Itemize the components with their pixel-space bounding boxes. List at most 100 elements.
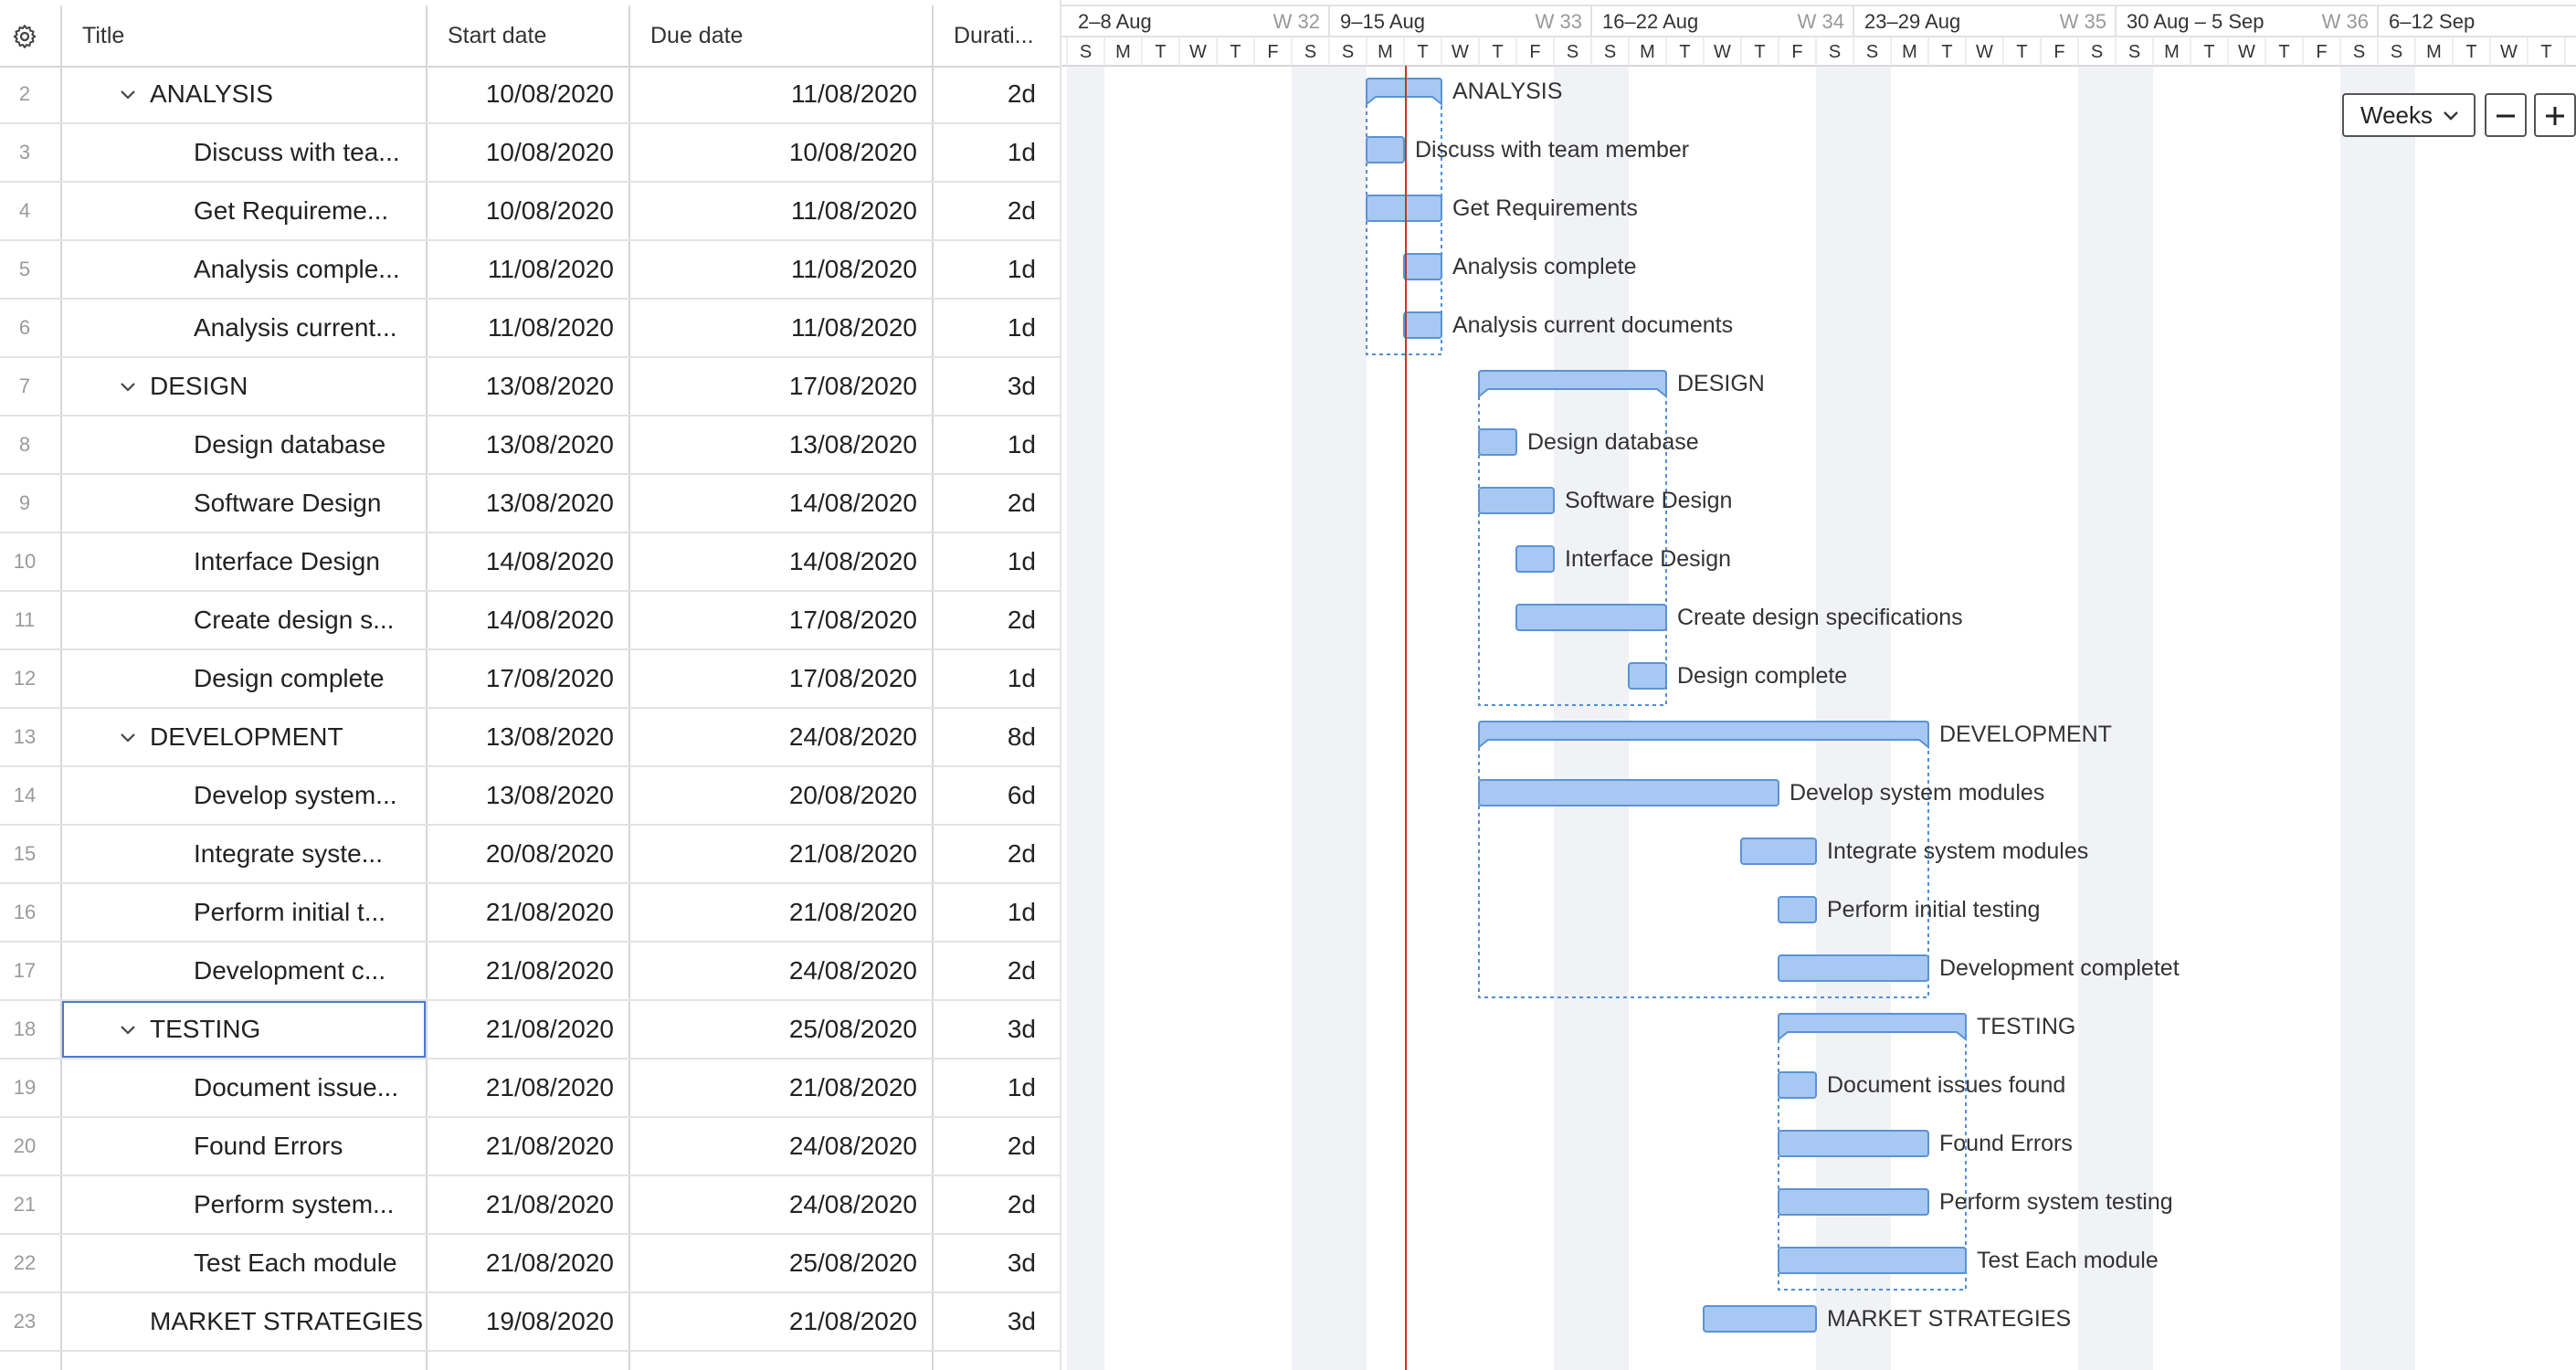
due-date-cell[interactable]: 20/08/2020: [630, 767, 930, 824]
duration-cell[interactable]: 1d: [934, 650, 1043, 707]
task-row[interactable]: 10 Interface Design 14/08/2020 14/08/2020 1d: [0, 533, 1060, 592]
duration-cell[interactable]: 1d: [934, 124, 1043, 181]
row-title-cell[interactable]: DESIGN: [62, 358, 426, 415]
row-title-cell[interactable]: Found Errors: [62, 1118, 426, 1175]
grid-settings-button[interactable]: [0, 5, 53, 66]
start-date-cell[interactable]: 10/08/2020: [428, 66, 627, 122]
group-row[interactable]: 2 ANALYSIS 10/08/2020 11/08/2020 2d: [0, 66, 1060, 124]
summary-bar[interactable]: [1366, 78, 1442, 107]
duration-cell[interactable]: 2d: [934, 943, 1043, 999]
task-row[interactable]: 14 Develop system... 13/08/2020 20/08/2020 6…: [0, 767, 1060, 826]
row-title-cell[interactable]: Development c...: [62, 943, 426, 999]
start-date-cell[interactable]: 21/08/2020: [428, 1118, 627, 1175]
task-row[interactable]: 3 Discuss with tea... 10/08/2020 10/08/2020…: [0, 124, 1060, 183]
task-bar[interactable]: [1403, 253, 1442, 280]
start-date-cell[interactable]: 21/08/2020: [428, 1001, 627, 1058]
row-title-cell[interactable]: Create design s...: [62, 592, 426, 648]
start-date-cell[interactable]: 21/08/2020: [428, 1176, 627, 1233]
due-date-cell[interactable]: 13/08/2020: [630, 416, 930, 473]
row-title-cell[interactable]: Interface Design: [62, 533, 426, 590]
task-bar[interactable]: [1778, 1130, 1929, 1157]
task-bar[interactable]: [1740, 838, 1817, 865]
chevron-down-icon[interactable]: [119, 358, 141, 415]
zoom-in-button[interactable]: [2534, 93, 2576, 137]
task-row[interactable]: 20 Found Errors 21/08/2020 24/08/2020 2d: [0, 1118, 1060, 1176]
duration-cell[interactable]: 1d: [934, 241, 1043, 298]
task-bar[interactable]: [1403, 311, 1442, 339]
row-title-cell[interactable]: Test Each module: [62, 1235, 426, 1291]
due-date-cell[interactable]: 11/08/2020: [630, 183, 930, 239]
task-row[interactable]: 22 Test Each module 21/08/2020 25/08/2020 3d: [0, 1235, 1060, 1293]
task-row[interactable]: 16 Perform initial t... 21/08/2020 21/08/20…: [0, 884, 1060, 943]
due-date-cell[interactable]: 21/08/2020: [630, 826, 930, 882]
due-date-cell[interactable]: 25/08/2020: [630, 1235, 930, 1291]
task-bar[interactable]: [1628, 662, 1667, 690]
due-date-cell[interactable]: 17/08/2020: [630, 650, 930, 707]
task-bar[interactable]: [1778, 1247, 1967, 1274]
duration-cell[interactable]: 6d: [934, 767, 1043, 824]
task-row[interactable]: 21 Perform system... 21/08/2020 24/08/2020 2…: [0, 1176, 1060, 1235]
duration-cell[interactable]: 8d: [934, 709, 1043, 765]
start-date-cell[interactable]: 13/08/2020: [428, 709, 627, 765]
task-bar[interactable]: [1515, 604, 1667, 631]
task-row[interactable]: 15 Integrate syste... 20/08/2020 21/08/2020…: [0, 826, 1060, 884]
start-date-cell[interactable]: 11/08/2020: [428, 241, 627, 298]
column-header-start-date[interactable]: Start date: [428, 5, 628, 66]
row-title-cell[interactable]: Design complete: [62, 650, 426, 707]
due-date-cell[interactable]: 11/08/2020: [630, 300, 930, 356]
start-date-cell[interactable]: 13/08/2020: [428, 767, 627, 824]
row-title-cell[interactable]: Analysis comple...: [62, 241, 426, 298]
duration-cell[interactable]: 2d: [934, 592, 1043, 648]
group-row[interactable]: 18 TESTING 21/08/2020 25/08/2020 3d: [0, 1001, 1060, 1059]
task-row[interactable]: 9 Software Design 13/08/2020 14/08/2020 2d: [0, 475, 1060, 533]
row-title-cell[interactable]: Perform initial t...: [62, 884, 426, 941]
row-title-cell[interactable]: Design database: [62, 416, 426, 473]
group-row[interactable]: 13 DEVELOPMENT 13/08/2020 24/08/2020 8d: [0, 709, 1060, 767]
row-title-cell[interactable]: TESTING: [62, 1001, 426, 1058]
start-date-cell[interactable]: 21/08/2020: [428, 1059, 627, 1116]
due-date-cell[interactable]: 17/08/2020: [630, 358, 930, 415]
task-row[interactable]: 5 Analysis comple... 11/08/2020 11/08/2020 1…: [0, 241, 1060, 300]
task-row[interactable]: 17 Development c... 21/08/2020 24/08/2020 2d: [0, 943, 1060, 1001]
start-date-cell[interactable]: 19/08/2020: [428, 1293, 627, 1350]
row-title-cell[interactable]: Develop system...: [62, 767, 426, 824]
duration-cell[interactable]: 1d: [934, 300, 1043, 356]
duration-cell[interactable]: 3d: [934, 1235, 1043, 1291]
duration-cell[interactable]: 2d: [934, 183, 1043, 239]
duration-cell[interactable]: 2d: [934, 1118, 1043, 1175]
start-date-cell[interactable]: 20/08/2020: [428, 826, 627, 882]
group-row[interactable]: 23 MARKET STRATEGIES 19/08/2020 21/08/2020 3…: [0, 1293, 1060, 1352]
row-title-cell[interactable]: DEVELOPMENT: [62, 709, 426, 765]
task-row[interactable]: 4 Get Requireme... 10/08/2020 11/08/2020 2d: [0, 183, 1060, 241]
task-row[interactable]: 8 Design database 13/08/2020 13/08/2020 1d: [0, 416, 1060, 475]
start-date-cell[interactable]: 11/08/2020: [428, 300, 627, 356]
due-date-cell[interactable]: 14/08/2020: [630, 475, 930, 532]
duration-cell[interactable]: 2d: [934, 475, 1043, 532]
duration-cell[interactable]: 2d: [934, 1176, 1043, 1233]
task-bar[interactable]: [1703, 1305, 1817, 1333]
row-title-cell[interactable]: Integrate syste...: [62, 826, 426, 882]
due-date-cell[interactable]: 24/08/2020: [630, 943, 930, 999]
duration-cell[interactable]: 3d: [934, 1293, 1043, 1350]
start-date-cell[interactable]: 21/08/2020: [428, 943, 627, 999]
due-date-cell[interactable]: 25/08/2020: [630, 1001, 930, 1058]
due-date-cell[interactable]: 24/08/2020: [630, 709, 930, 765]
row-title-cell[interactable]: Discuss with tea...: [62, 124, 426, 181]
start-date-cell[interactable]: 21/08/2020: [428, 884, 627, 941]
task-row[interactable]: 11 Create design s... 14/08/2020 17/08/2020…: [0, 592, 1060, 650]
due-date-cell[interactable]: 21/08/2020: [630, 884, 930, 941]
due-date-cell[interactable]: 11/08/2020: [630, 241, 930, 298]
start-date-cell[interactable]: 13/08/2020: [428, 358, 627, 415]
task-bar[interactable]: [1478, 428, 1517, 456]
start-date-cell[interactable]: 13/08/2020: [428, 475, 627, 532]
row-title-cell[interactable]: ANALYSIS: [62, 66, 426, 122]
due-date-cell[interactable]: 17/08/2020: [630, 592, 930, 648]
due-date-cell[interactable]: 21/08/2020: [630, 1059, 930, 1116]
duration-cell[interactable]: 1d: [934, 533, 1043, 590]
row-title-cell[interactable]: MARKET STRATEGIES: [62, 1293, 426, 1350]
duration-cell[interactable]: 2d: [934, 826, 1043, 882]
task-row[interactable]: 6 Analysis current... 11/08/2020 11/08/2020…: [0, 300, 1060, 358]
task-bar[interactable]: [1366, 195, 1442, 222]
chevron-down-icon[interactable]: [119, 66, 141, 122]
task-bar[interactable]: [1366, 136, 1405, 163]
